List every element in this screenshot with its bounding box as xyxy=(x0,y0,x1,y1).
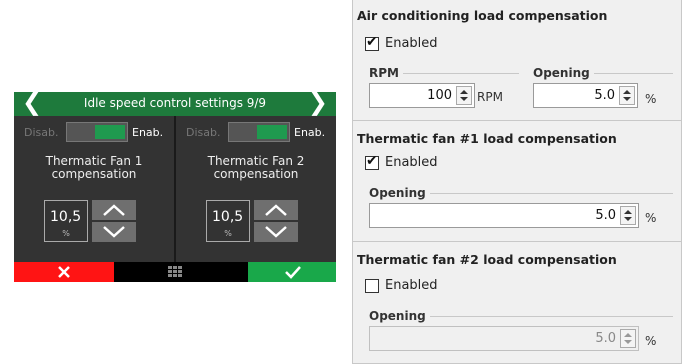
increase-button[interactable] xyxy=(254,200,298,220)
close-icon xyxy=(58,266,70,278)
check-icon: ✔ xyxy=(366,34,378,50)
opening-value: 5.0 xyxy=(594,88,615,103)
opening-label: Opening xyxy=(369,186,430,200)
opening-spinner[interactable] xyxy=(620,329,636,348)
enabled-checkbox[interactable]: ✔ xyxy=(365,34,379,51)
enable-label: Enab. xyxy=(132,126,164,139)
cancel-button[interactable] xyxy=(14,262,114,282)
enable-label: Enab. xyxy=(294,126,326,139)
value-stepper xyxy=(254,200,298,242)
opening-label: Opening xyxy=(533,66,594,80)
opening-unit: % xyxy=(645,92,657,106)
value-text: 10,5 xyxy=(212,209,244,225)
settings-panel: Air conditioning load compensation ✔ Ena… xyxy=(352,0,682,364)
opening-value: 5.0 xyxy=(595,208,616,223)
enabled-label: Enabled xyxy=(385,155,438,170)
opening-value: 5.0 xyxy=(595,331,616,346)
rpm-input[interactable]: 100 xyxy=(369,83,475,108)
confirm-button[interactable] xyxy=(248,262,336,282)
disable-label: Disab. xyxy=(24,126,59,139)
decrease-button[interactable] xyxy=(92,222,136,242)
panel-title: Thermatic Fan 2 compensation xyxy=(207,154,305,181)
value-unit: % xyxy=(224,229,232,238)
rpm-unit: RPM xyxy=(477,90,503,104)
opening-input[interactable]: 5.0 xyxy=(369,203,639,228)
decrease-button[interactable] xyxy=(254,222,298,242)
chevron-down-icon xyxy=(103,226,125,238)
enabled-label: Enabled xyxy=(385,36,438,51)
rpm-spinner[interactable] xyxy=(456,86,472,105)
fan2-compensation-group: Thermatic fan #2 load compensation Enabl… xyxy=(353,242,681,364)
rpm-value: 100 xyxy=(427,88,452,103)
group-title: Air conditioning load compensation xyxy=(357,8,608,23)
opening-input[interactable]: 5.0 xyxy=(369,326,639,351)
increase-button[interactable] xyxy=(92,200,136,220)
opening-spinner[interactable] xyxy=(619,86,635,105)
enabled-checkbox[interactable] xyxy=(365,279,379,293)
opening-label: Opening xyxy=(369,309,430,323)
ecu-header-title: Idle speed control settings 9/9 xyxy=(83,96,267,110)
ecu-body: Disab. Enab. Thermatic Fan 1 compensatio… xyxy=(14,116,336,262)
disable-label: Disab. xyxy=(186,126,221,139)
fan1-compensation-panel: Disab. Enab. Thermatic Fan 1 compensatio… xyxy=(14,116,174,262)
enable-toggle[interactable] xyxy=(66,122,128,142)
grid-menu-icon[interactable] xyxy=(168,266,182,278)
toggle-knob xyxy=(95,125,125,139)
chevron-up-icon xyxy=(103,204,125,216)
value-stepper xyxy=(92,200,136,242)
chevron-right-icon[interactable]: ❯ xyxy=(308,88,328,116)
check-icon xyxy=(285,266,301,279)
enable-toggle[interactable] xyxy=(228,122,290,142)
ecu-footer xyxy=(14,262,336,282)
fan1-compensation-group: Thermatic fan #1 load compensation ✔ Ena… xyxy=(353,121,681,242)
value-display: 10,5 % xyxy=(206,200,250,242)
toggle-knob xyxy=(257,125,287,139)
check-icon: ✔ xyxy=(366,153,378,169)
panel-title: Thermatic Fan 1 compensation xyxy=(45,154,143,181)
group-title: Thermatic fan #1 load compensation xyxy=(357,131,617,146)
opening-unit: % xyxy=(645,211,657,225)
opening-spinner[interactable] xyxy=(620,206,636,225)
chevron-up-icon xyxy=(265,204,287,216)
value-unit: % xyxy=(62,229,70,238)
ecu-header: ❮ Idle speed control settings 9/9 ❯ xyxy=(14,88,336,116)
group-title: Thermatic fan #2 load compensation xyxy=(357,252,617,267)
opening-input[interactable]: 5.0 xyxy=(533,83,638,108)
enabled-checkbox[interactable]: ✔ xyxy=(365,153,379,170)
value-display: 10,5 % xyxy=(44,200,88,242)
enabled-label: Enabled xyxy=(385,278,438,293)
fan2-compensation-panel: Disab. Enab. Thermatic Fan 2 compensatio… xyxy=(176,116,336,262)
ecu-display: ❮ Idle speed control settings 9/9 ❯ Disa… xyxy=(14,88,336,282)
ac-compensation-group: Air conditioning load compensation ✔ Ena… xyxy=(353,0,681,121)
rpm-label: RPM xyxy=(369,66,403,80)
opening-unit: % xyxy=(645,334,657,348)
value-text: 10,5 xyxy=(50,209,82,225)
chevron-down-icon xyxy=(265,226,287,238)
